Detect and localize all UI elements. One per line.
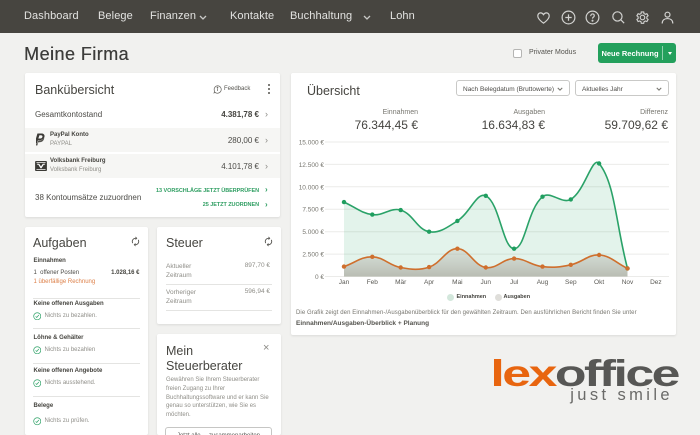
svg-text:Jul: Jul (510, 279, 519, 286)
svg-text:Dez: Dez (650, 279, 662, 286)
svg-text:10.000 €: 10.000 € (299, 184, 325, 191)
svg-text:Aug: Aug (537, 279, 549, 286)
svg-text:Jun: Jun (481, 279, 492, 286)
svg-text:Sep: Sep (565, 279, 577, 286)
svg-text:Mär: Mär (395, 279, 407, 286)
svg-text:7.500 €: 7.500 € (302, 207, 324, 214)
svg-text:2.500 €: 2.500 € (302, 252, 324, 259)
svg-text:12.500 €: 12.500 € (299, 162, 325, 169)
svg-text:Mai: Mai (452, 279, 462, 286)
svg-text:15.000 €: 15.000 € (299, 140, 325, 147)
svg-text:Feb: Feb (367, 279, 379, 286)
svg-text:0 €: 0 € (315, 274, 324, 281)
svg-text:Apr: Apr (424, 279, 435, 286)
svg-text:Okt: Okt (594, 279, 604, 286)
svg-text:5.000 €: 5.000 € (302, 229, 324, 236)
svg-text:Nov: Nov (622, 279, 634, 286)
svg-text:Jan: Jan (339, 279, 350, 286)
